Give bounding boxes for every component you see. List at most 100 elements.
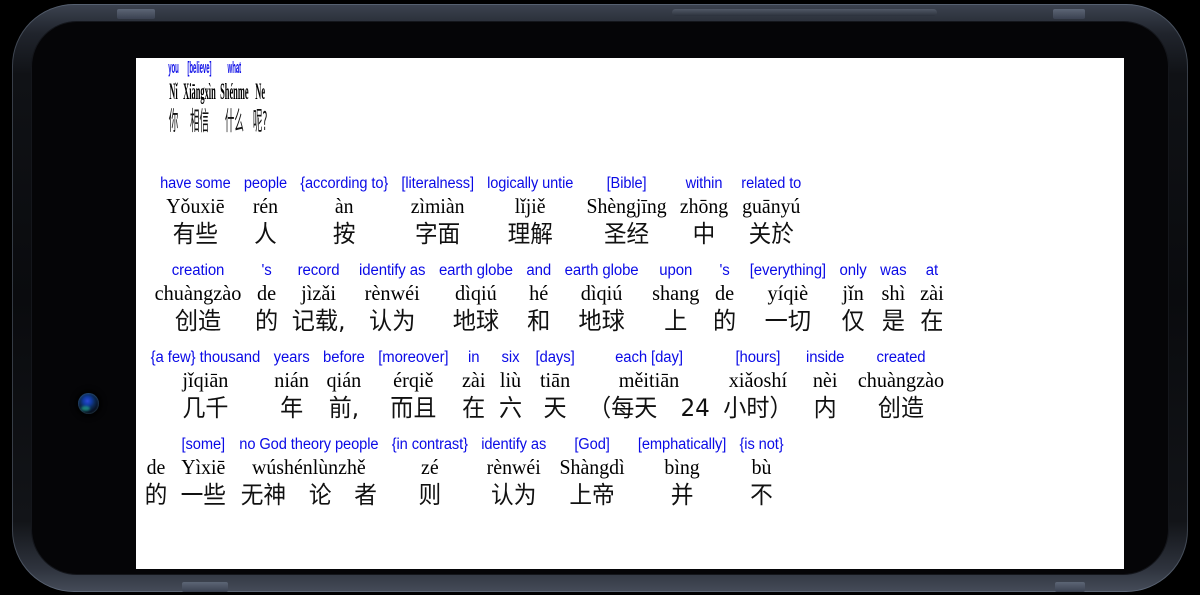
chinese-characters: 无神 论 者 xyxy=(240,481,377,509)
pinyin-text: zìmiàn xyxy=(410,194,465,218)
chinese-characters: 地球 xyxy=(452,307,500,335)
gloss-word: what Shénme 什么 xyxy=(218,58,251,138)
gloss-word: identify as rènwéi 认为 xyxy=(475,435,553,511)
english-gloss: and xyxy=(526,262,552,279)
english-gloss: years xyxy=(273,349,310,366)
pinyin-text: tiān xyxy=(539,368,571,392)
gloss-word: 's de 的 xyxy=(248,261,285,337)
volume-down-button[interactable] xyxy=(182,582,228,592)
body-paragraph: have some Yǒuxiē 有些 people rén 人 {according to… xyxy=(136,174,1124,511)
gloss-word: inside nèi 内 xyxy=(799,348,851,424)
english-gloss: {according to} xyxy=(300,175,389,192)
chinese-characters: 的 xyxy=(254,307,279,335)
pinyin-text: bù xyxy=(751,455,772,479)
title-gloss-row: you Nǐ 你 [believe] Xiāngxìn 相信 what Shénme 什么 Ne… xyxy=(158,58,510,138)
gloss-word: no God theory people wúshénlùnzhě 无神 论 者 xyxy=(233,435,385,511)
english-gloss: [emphatically] xyxy=(637,436,727,453)
pinyin-text: jìzǎi xyxy=(301,281,337,305)
chinese-characters: 仅 xyxy=(841,307,865,335)
english-gloss: created xyxy=(876,349,926,366)
english-gloss: [everything] xyxy=(749,262,827,279)
english-gloss: [some] xyxy=(181,436,226,453)
chinese-characters: 认为 xyxy=(369,307,416,335)
chinese-characters: 呢? xyxy=(252,107,268,137)
gloss-word: [believe] Xiāngxìn 相信 xyxy=(181,58,218,138)
pinyin-text: yíqiè xyxy=(767,281,809,305)
chinese-characters: 一切 xyxy=(764,307,812,335)
pinyin-text: de xyxy=(714,281,735,305)
english-gloss: [Bible] xyxy=(606,175,647,192)
pinyin-text: rènwéi xyxy=(364,281,420,305)
chinese-characters: 什么 xyxy=(224,107,244,137)
english-gloss: have some xyxy=(160,175,231,192)
gloss-word: people rén 人 xyxy=(237,174,293,250)
pinyin-text: dìqiú xyxy=(455,281,497,305)
gloss-row-3: {a few} thousand jǐqiān 几千 years nián 年 before… xyxy=(142,348,1086,424)
chinese-characters: 前, xyxy=(328,394,360,422)
pinyin-text: rén xyxy=(252,194,279,218)
front-camera-icon xyxy=(78,393,99,414)
phone-bezel: you Nǐ 你 [believe] Xiāngxìn 相信 what Shénme 什么 Ne… xyxy=(31,21,1169,575)
english-gloss: in xyxy=(468,349,480,366)
pinyin-text: xiǎoshí xyxy=(728,368,788,392)
pinyin-text: zhōng xyxy=(679,194,729,218)
english-gloss xyxy=(154,435,158,454)
english-gloss: people xyxy=(243,175,288,192)
gloss-word: only jǐn 仅 xyxy=(833,261,874,337)
chinese-characters: 认为 xyxy=(490,481,537,509)
gloss-word: six liù 六 xyxy=(492,348,529,424)
english-gloss: earth globe xyxy=(438,262,513,279)
pinyin-text: zé xyxy=(421,455,439,479)
pinyin-text: chuàngzào xyxy=(857,368,945,392)
interlinear-text-document: you Nǐ 你 [believe] Xiāngxìn 相信 what Shénme 什么 Ne… xyxy=(136,58,1124,522)
gloss-word: have some Yǒuxiē 有些 xyxy=(154,174,238,250)
phone-screen[interactable]: you Nǐ 你 [believe] Xiāngxìn 相信 what Shénme 什么 Ne… xyxy=(136,58,1124,569)
chinese-characters: 理解 xyxy=(507,220,553,248)
english-gloss: upon xyxy=(659,262,693,279)
gloss-word: [Bible] Shèngjīng 圣经 xyxy=(580,174,673,250)
gloss-word: at zài 在 xyxy=(913,261,950,337)
pinyin-text: qián xyxy=(326,368,362,392)
english-gloss: logically untie xyxy=(487,175,574,192)
english-gloss: earth globe xyxy=(564,262,639,279)
speaker-grille xyxy=(672,9,937,16)
gloss-word: within zhōng 中 xyxy=(673,174,734,250)
side-button-bottom-right[interactable] xyxy=(1055,582,1085,592)
pinyin-text: nián xyxy=(274,368,309,392)
pinyin-text: shang xyxy=(652,281,700,305)
pinyin-text: érqiě xyxy=(393,368,434,392)
chinese-characters: 创造 xyxy=(877,394,925,422)
english-gloss: before xyxy=(323,349,365,366)
english-gloss: [days] xyxy=(535,349,575,366)
chinese-characters: 的 xyxy=(712,307,737,335)
english-gloss: what xyxy=(227,59,242,77)
chinese-characters: 相信 xyxy=(189,107,209,137)
english-gloss: only xyxy=(839,262,867,279)
pinyin-text: Yìxiē xyxy=(181,455,226,479)
chinese-characters: 几千 xyxy=(182,394,229,422)
gloss-word: {a few} thousand jǐqiān 几千 xyxy=(144,348,267,424)
gloss-word: record jìzǎi 记载, xyxy=(285,261,352,337)
english-gloss: [God] xyxy=(574,436,610,453)
chinese-characters: 则 xyxy=(418,481,442,509)
chinese-characters: 小时） xyxy=(723,394,793,422)
pinyin-text: jǐqiān xyxy=(182,368,229,392)
power-button[interactable] xyxy=(117,9,155,19)
volume-up-button[interactable] xyxy=(1053,9,1085,19)
gloss-word: [everything] yíqiè 一切 xyxy=(743,261,833,337)
english-gloss: {a few} thousand xyxy=(150,349,261,366)
gloss-word: de 的 xyxy=(138,435,174,511)
pinyin-text: bìng xyxy=(664,455,700,479)
english-gloss: each [day] xyxy=(615,349,683,366)
pinyin-text: liù xyxy=(499,368,522,392)
chinese-characters: 上 xyxy=(664,307,688,335)
gloss-word: {according to} àn 按 xyxy=(294,174,395,250)
gloss-word: {in contrast} zé 则 xyxy=(385,435,474,511)
chinese-characters: （每天 24 xyxy=(588,394,710,422)
chinese-characters: 是 xyxy=(881,307,905,335)
gloss-word: you Nǐ 你 xyxy=(166,58,181,138)
gloss-row-1: have some Yǒuxiē 有些 people rén 人 {according to… xyxy=(146,174,1067,250)
gloss-word: was shì 是 xyxy=(873,261,913,337)
chinese-characters: 而且 xyxy=(390,394,437,422)
pinyin-text: zài xyxy=(920,281,944,305)
